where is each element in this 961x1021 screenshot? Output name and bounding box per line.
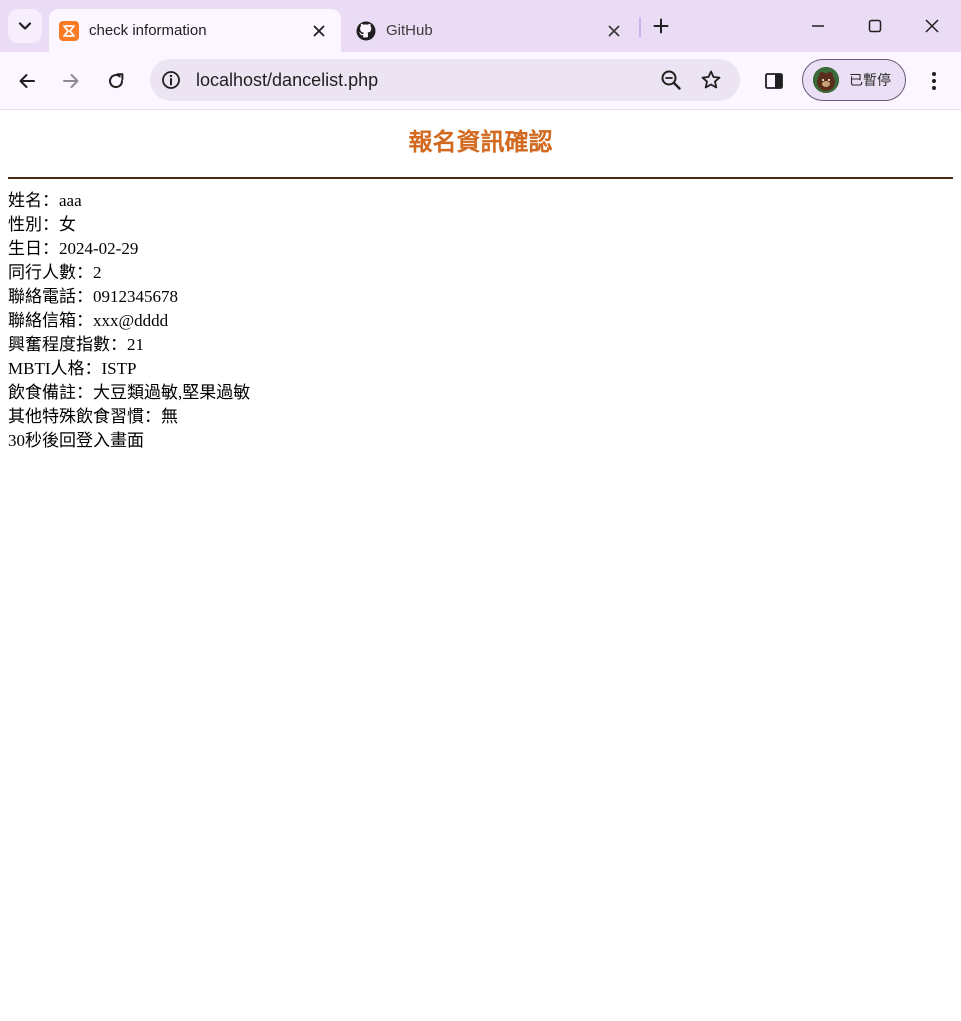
- url-text[interactable]: localhost/dancelist.php: [196, 70, 378, 91]
- info-excitement-index: 興奮程度指數：21: [8, 335, 144, 354]
- browser-toolbar: localhost/dancelist.php 已暫停: [0, 52, 961, 110]
- info-gender: 性別：女: [8, 215, 76, 234]
- minimize-icon: [812, 25, 824, 27]
- xampp-favicon-icon: [59, 20, 79, 41]
- forward-button[interactable]: [56, 66, 86, 96]
- info-mbti: MBTI人格：ISTP: [8, 359, 137, 378]
- new-tab-button[interactable]: [649, 14, 673, 38]
- registration-info-list: 姓名：aaa 性別：女 生日：2024-02-29 同行人數：2 聯絡電話：09…: [8, 189, 250, 453]
- profile-status-label: 已暫停: [849, 73, 891, 89]
- tab-github[interactable]: GitHub: [346, 9, 636, 52]
- tab-title: check information: [89, 22, 207, 39]
- profile-button[interactable]: 已暫停: [802, 59, 906, 101]
- zoom-icon: [661, 70, 681, 90]
- tab-close-button[interactable]: [604, 21, 624, 41]
- bookmark-button[interactable]: [699, 68, 723, 92]
- site-info-button[interactable]: [160, 69, 182, 91]
- github-icon: [356, 21, 376, 41]
- page-title: 報名資訊確認: [408, 128, 553, 156]
- info-companions: 同行人數：2: [8, 263, 102, 282]
- tab-close-button[interactable]: [309, 21, 329, 41]
- divider: [8, 177, 953, 179]
- close-window-button[interactable]: [918, 12, 946, 40]
- address-bar[interactable]: localhost/dancelist.php: [150, 59, 740, 101]
- side-panel-button[interactable]: [759, 66, 789, 96]
- info-other-diet-habits: 其他特殊飲食習慣：無: [8, 407, 178, 426]
- reload-button[interactable]: [101, 66, 131, 96]
- zoom-button[interactable]: [659, 68, 683, 92]
- tab-search-button[interactable]: [8, 9, 42, 43]
- info-email: 聯絡信箱：xxx@dddd: [8, 311, 169, 330]
- info-diet-notes: 飲食備註：大豆類過敏,堅果過敏: [8, 383, 251, 402]
- kebab-menu-icon: [932, 72, 936, 90]
- tab-search-icon: [18, 22, 32, 30]
- side-panel-icon: [765, 73, 783, 89]
- close-icon: [925, 19, 939, 33]
- info-phone: 聯絡電話：0912345678: [8, 287, 178, 306]
- redirect-notice: 30秒後回登入畫面: [8, 431, 144, 450]
- info-name: 姓名：aaa: [8, 191, 82, 210]
- tab-strip: check information GitHub: [0, 0, 961, 52]
- maximize-button[interactable]: [861, 12, 889, 40]
- reload-icon: [109, 73, 124, 89]
- back-arrow-icon: [19, 74, 35, 88]
- close-icon: [313, 25, 325, 36]
- star-icon: [701, 70, 721, 89]
- back-button[interactable]: [12, 66, 42, 96]
- forward-arrow-icon: [63, 74, 79, 88]
- tab-title: GitHub: [386, 22, 433, 39]
- page-content: 報名資訊確認 姓名：aaa 性別：女 生日：2024-02-29 同行人數：2 …: [0, 110, 961, 1021]
- tab-separator: [639, 17, 641, 37]
- minimize-button[interactable]: [804, 12, 832, 40]
- tab-check-information[interactable]: check information: [49, 9, 341, 52]
- info-birthday: 生日：2024-02-29: [8, 239, 139, 258]
- site-info-icon: [162, 71, 180, 89]
- maximize-icon: [868, 19, 882, 33]
- plus-icon: [653, 18, 669, 34]
- browser-menu-button[interactable]: [919, 66, 949, 96]
- close-icon: [608, 25, 620, 36]
- avatar: [813, 67, 839, 93]
